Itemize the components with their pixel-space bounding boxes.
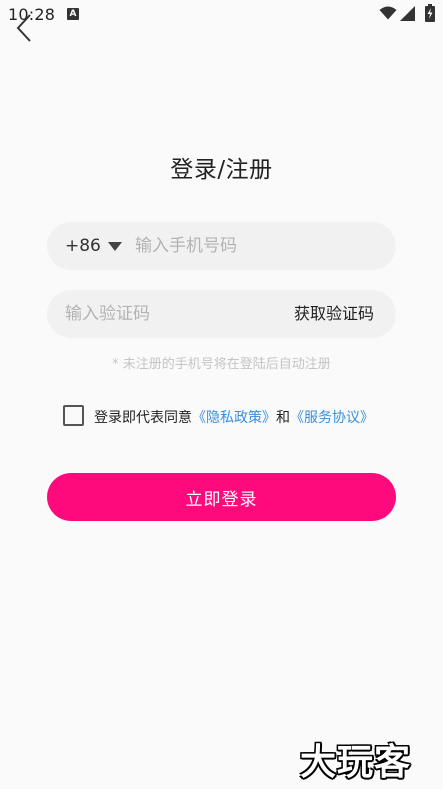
signal-icon — [400, 6, 415, 21]
agreement-joiner: 和 — [276, 410, 290, 426]
wifi-icon — [379, 6, 397, 20]
status-bar: 10:28 A — [0, 0, 443, 30]
privacy-policy-link[interactable]: 《隐私政策》 — [192, 410, 276, 426]
caret-down-icon[interactable] — [108, 242, 122, 251]
service-agreement-link[interactable]: 《服务协议》 — [290, 410, 374, 426]
battery-charging-icon — [425, 4, 435, 22]
agreement-prefix: 登录即代表同意 — [94, 410, 192, 426]
notification-a-icon: A — [67, 8, 79, 20]
phone-field: +86 — [47, 222, 396, 270]
login-button[interactable]: 立即登录 — [47, 473, 396, 521]
agree-checkbox[interactable] — [63, 405, 84, 426]
back-arrow-icon[interactable] — [10, 12, 40, 46]
country-code-selector[interactable]: +86 — [65, 222, 101, 270]
verification-code-field: 获取验证码 — [47, 290, 396, 338]
auto-register-hint: * 未注册的手机号将在登陆后自动注册 — [112, 357, 331, 372]
phone-input[interactable] — [135, 222, 385, 270]
watermark-logo: 大玩客 — [300, 742, 412, 783]
login-screen: 10:28 A 登录/注册 +86 获取验证码 * 未注册的手机号将在登陆后自动… — [0, 0, 443, 789]
page-title: 登录/注册 — [170, 157, 273, 183]
verification-code-input[interactable] — [65, 290, 285, 338]
get-code-button[interactable]: 获取验证码 — [294, 290, 374, 338]
agreement-text: 登录即代表同意《隐私政策》和《服务协议》 — [94, 407, 374, 427]
